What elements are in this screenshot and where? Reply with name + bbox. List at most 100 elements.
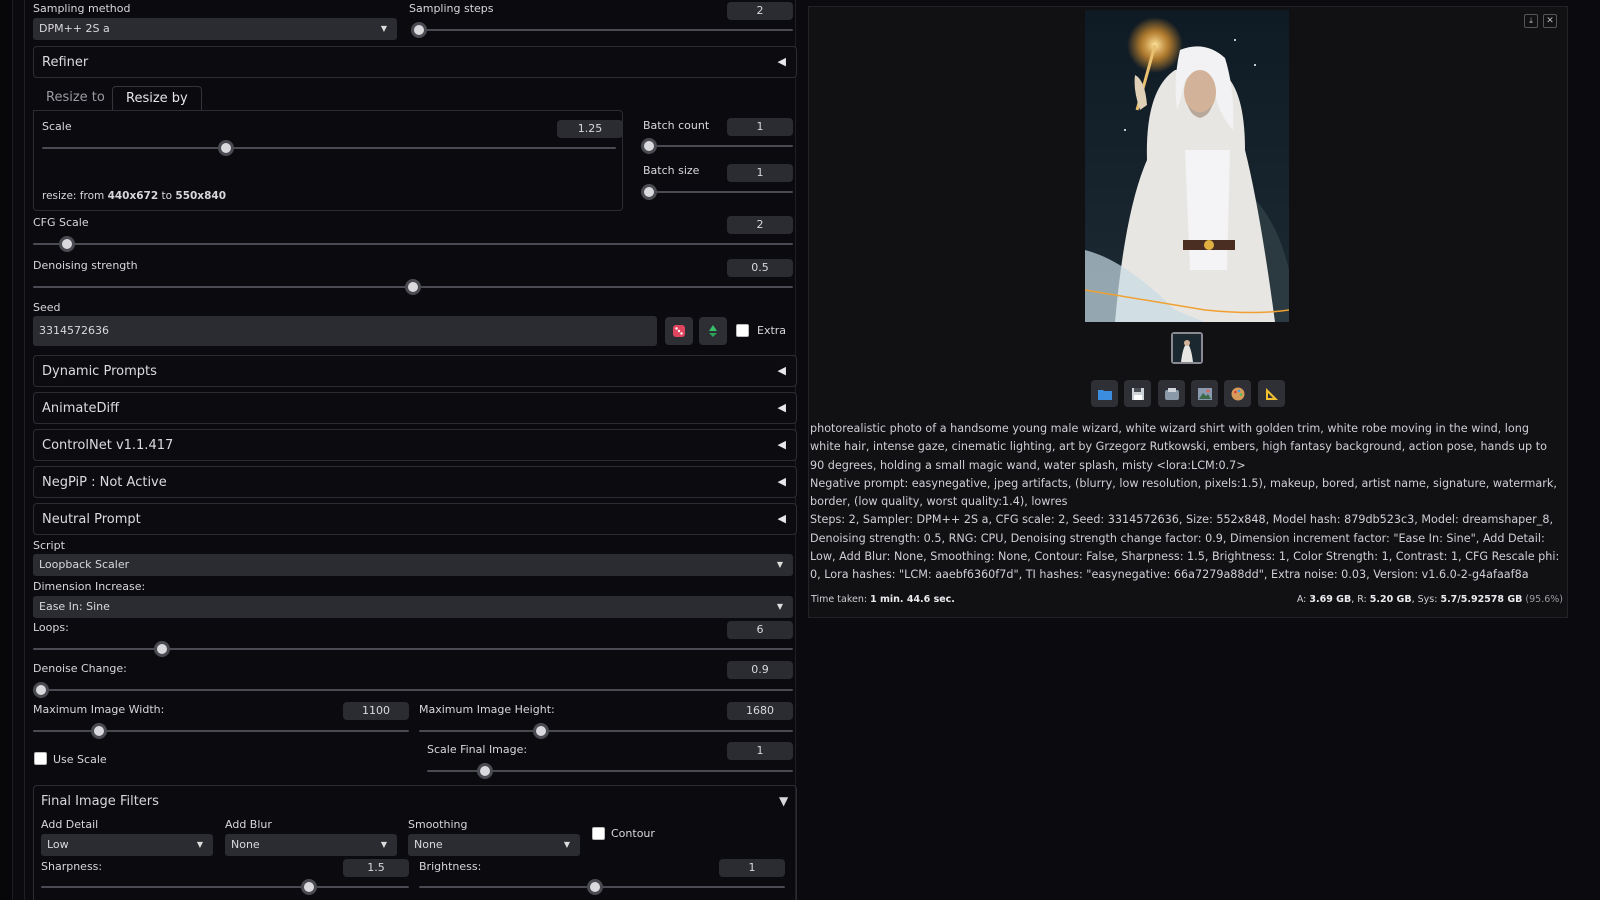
chevron-down-icon: ▼: [776, 602, 783, 611]
max-height-label: Maximum Image Height:: [419, 703, 555, 716]
add-blur-select[interactable]: None ▼: [225, 834, 397, 856]
sampling-steps-slider[interactable]: [411, 22, 793, 38]
send-to-extras-ruler-icon[interactable]: [1258, 380, 1285, 407]
thumbnail[interactable]: [1171, 332, 1203, 364]
seed-input[interactable]: 3314572636: [33, 316, 657, 346]
close-icon[interactable]: ✕: [1543, 14, 1557, 28]
chevron-down-icon: ▼: [380, 24, 387, 33]
extra-seed-checkbox[interactable]: [736, 324, 749, 337]
scale-slider[interactable]: [42, 140, 616, 156]
neutral-prompt-title: Neutral Prompt: [42, 512, 141, 527]
slider-handle[interactable]: [33, 682, 49, 698]
dimension-increase-select[interactable]: Ease In: Sine ▼: [33, 596, 793, 618]
final-image-filters-title[interactable]: Final Image Filters: [41, 794, 159, 809]
denoising-strength-slider[interactable]: [33, 279, 793, 295]
loops-input[interactable]: 6: [727, 621, 793, 639]
sampling-steps-input[interactable]: 2: [727, 2, 793, 20]
controlnet-title: ControlNet v1.1.417: [42, 438, 174, 453]
refiner-accordion[interactable]: Refiner ◀: [33, 46, 797, 78]
max-height-slider[interactable]: [419, 723, 793, 739]
loops-slider[interactable]: [33, 641, 793, 657]
brightness-slider[interactable]: [419, 879, 785, 895]
time-taken-value: 1 min. 44.6 sec.: [870, 594, 955, 605]
animatediff-accordion[interactable]: AnimateDiff ◀: [33, 392, 797, 424]
chevron-down-icon: ▼: [380, 840, 387, 849]
cfg-scale-input[interactable]: 2: [727, 216, 793, 234]
download-icon[interactable]: ⤓: [1524, 14, 1538, 28]
brightness-input[interactable]: 1: [719, 859, 785, 877]
add-detail-value: Low: [47, 838, 69, 851]
sharpness-input[interactable]: 1.5: [343, 859, 409, 877]
negative-prompt-text: Negative prompt: easynegative, jpeg arti…: [810, 476, 1557, 509]
batch-size-label: Batch size: [643, 164, 700, 177]
open-folder-icon[interactable]: [1091, 380, 1118, 407]
prompt-text: photorealistic photo of a handsome young…: [810, 422, 1547, 472]
dynamic-prompts-title: Dynamic Prompts: [42, 364, 157, 379]
batch-count-slider[interactable]: [641, 138, 793, 154]
slider-handle[interactable]: [477, 763, 493, 779]
max-height-input[interactable]: 1680: [727, 702, 793, 720]
slider-handle[interactable]: [405, 279, 421, 295]
dynamic-prompts-accordion[interactable]: Dynamic Prompts ◀: [33, 355, 797, 387]
slider-handle[interactable]: [154, 641, 171, 657]
collapse-triangle-icon: ◀: [777, 55, 786, 68]
resize-prefix: resize: from: [42, 190, 108, 202]
max-width-slider[interactable]: [33, 723, 409, 739]
add-detail-label: Add Detail: [41, 818, 99, 831]
random-seed-dice-icon[interactable]: [665, 317, 693, 345]
save-icon[interactable]: [1124, 380, 1151, 407]
mem-r-label: , R:: [1351, 594, 1370, 605]
negpip-accordion[interactable]: NegPiP : Not Active ◀: [33, 466, 797, 498]
smoothing-select[interactable]: None ▼: [408, 834, 580, 856]
controlnet-accordion[interactable]: ControlNet v1.1.417 ◀: [33, 429, 797, 461]
tab-resize-to[interactable]: Resize to: [33, 86, 118, 111]
sampling-method-select[interactable]: DPM++ 2S a ▼: [33, 18, 397, 40]
slider-handle[interactable]: [217, 140, 234, 156]
dimension-increase-value: Ease In: Sine: [39, 600, 110, 613]
scale-final-input[interactable]: 1: [727, 742, 793, 760]
mem-a-value: 3.69 GB: [1309, 594, 1352, 605]
contour-checkbox[interactable]: [592, 827, 605, 840]
cfg-scale-slider[interactable]: [33, 236, 793, 252]
denoise-change-input[interactable]: 0.9: [727, 661, 793, 679]
zip-archive-icon[interactable]: [1158, 380, 1185, 407]
scale-input[interactable]: 1.25: [557, 120, 623, 138]
neutral-prompt-accordion[interactable]: Neutral Prompt ◀: [33, 503, 797, 535]
batch-size-input[interactable]: 1: [727, 164, 793, 182]
slider-handle[interactable]: [533, 723, 549, 739]
slider-handle[interactable]: [91, 723, 107, 739]
add-detail-select[interactable]: Low ▼: [41, 834, 213, 856]
expand-triangle-icon[interactable]: ▼: [779, 794, 788, 808]
slider-handle[interactable]: [411, 22, 427, 38]
animatediff-title: AnimateDiff: [42, 401, 120, 416]
script-label: Script: [33, 539, 65, 552]
slider-handle[interactable]: [587, 879, 603, 895]
collapse-triangle-icon: ◀: [777, 364, 786, 377]
batch-count-label: Batch count: [643, 119, 710, 132]
batch-size-slider[interactable]: [641, 184, 793, 200]
collapse-triangle-icon: ◀: [777, 438, 786, 451]
use-scale-checkbox[interactable]: [34, 752, 47, 765]
tab-resize-by[interactable]: Resize by: [112, 86, 202, 111]
scale-label: Scale: [42, 120, 72, 133]
slider-handle[interactable]: [641, 138, 657, 154]
send-to-img2img-icon[interactable]: [1191, 380, 1218, 407]
sharpness-slider[interactable]: [41, 879, 409, 895]
chevron-down-icon: ▼: [776, 560, 783, 569]
slider-handle[interactable]: [641, 184, 657, 200]
slider-handle[interactable]: [301, 879, 317, 895]
memory-usage: A: 3.69 GB, R: 5.20 GB, Sys: 5.7/5.92578…: [1297, 594, 1563, 605]
denoise-change-slider[interactable]: [33, 682, 793, 698]
resize-info: resize: from 440x672 to 550x840: [42, 190, 226, 202]
reuse-seed-recycle-icon[interactable]: [699, 317, 727, 345]
max-width-input[interactable]: 1100: [343, 702, 409, 720]
script-select[interactable]: Loopback Scaler ▼: [33, 554, 793, 576]
scale-final-slider[interactable]: [427, 763, 793, 779]
chevron-down-icon: ▼: [563, 840, 570, 849]
batch-count-input[interactable]: 1: [727, 118, 793, 136]
send-to-inpaint-palette-icon[interactable]: [1224, 380, 1251, 407]
collapse-triangle-icon: ◀: [777, 401, 786, 414]
denoising-strength-input[interactable]: 0.5: [727, 259, 793, 277]
slider-handle[interactable]: [59, 236, 76, 252]
generated-image[interactable]: [1085, 10, 1289, 322]
